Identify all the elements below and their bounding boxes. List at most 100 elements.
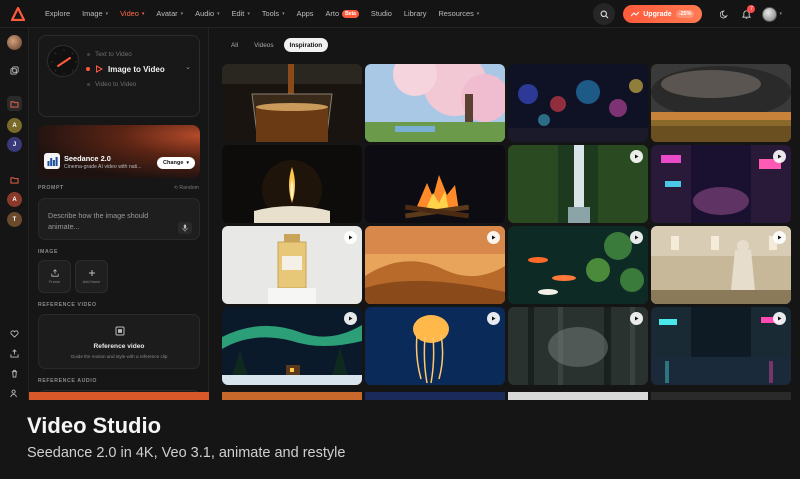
top-nav: Explore Image ▾ Video ▾ Avatar ▾ Audio ▾ Edit ▾ Too… <box>0 0 800 28</box>
tab-inspiration[interactable]: Inspiration <box>283 38 329 52</box>
tab-videos[interactable]: Videos <box>248 38 279 52</box>
mode-text-to-video[interactable]: Text to Video <box>87 47 132 61</box>
nav-item-label: Video <box>120 9 139 18</box>
nav-item-arto[interactable]: Arto Beta <box>320 9 365 18</box>
left-rail: A J A T <box>0 28 29 400</box>
mode-selector[interactable]: Text to Video Image to Video Video to Vi… <box>38 35 200 117</box>
nav-item-label: Explore <box>45 9 71 18</box>
play-button[interactable] <box>630 150 643 163</box>
mode-video-to-video[interactable]: Video to Video <box>87 77 136 91</box>
mode-dial <box>47 45 79 77</box>
next-row-preview <box>0 392 800 400</box>
model-logo-icon <box>44 153 60 169</box>
nav-item-apps[interactable]: Apps <box>291 9 320 18</box>
rail-share-button[interactable] <box>7 346 22 361</box>
tile-jungle-waterfall[interactable] <box>508 145 648 223</box>
mode-label: Text to Video <box>95 50 132 58</box>
prompt-label: PROMPT <box>38 185 64 191</box>
change-model-button[interactable]: Change ▾ <box>156 157 195 169</box>
rail-copy-button[interactable] <box>7 63 22 78</box>
chevron-down-icon: ▾ <box>105 10 109 17</box>
rail-folder-button[interactable] <box>7 96 22 111</box>
trash-icon <box>11 369 18 378</box>
discount-badge: -25% <box>675 10 695 18</box>
tile-perfume-bottle[interactable] <box>222 226 362 304</box>
rail-favorites-button[interactable] <box>7 326 22 341</box>
notification-badge: 7 <box>747 5 756 13</box>
microphone-button[interactable] <box>178 222 192 234</box>
play-button[interactable] <box>344 231 357 244</box>
play-icon <box>492 316 496 321</box>
play-button[interactable] <box>773 150 786 163</box>
add-frame-slot[interactable]: Add frame <box>75 260 108 293</box>
app-logo-icon[interactable] <box>11 6 25 21</box>
tile-cherry-blossom-tree[interactable] <box>365 64 505 142</box>
tile-candle-flame[interactable] <box>222 145 362 223</box>
tile-preview <box>651 392 791 400</box>
play-button[interactable] <box>630 231 643 244</box>
play-icon <box>492 235 496 240</box>
moon-icon <box>719 10 728 18</box>
film-icon <box>115 326 125 336</box>
chevron-down-icon[interactable]: ⌄ <box>185 63 191 71</box>
rail-project-a[interactable]: A <box>7 118 22 133</box>
nav-item-label: Tools <box>261 9 280 18</box>
nav-item-label: Apps <box>296 9 314 18</box>
nav-item-tools[interactable]: Tools ▾ <box>256 9 291 18</box>
theme-toggle-button[interactable] <box>714 4 734 24</box>
chevron-down-icon[interactable]: ▾ <box>779 11 782 17</box>
image-upload-slot[interactable]: Frame <box>38 260 71 293</box>
upgrade-button[interactable]: Upgrade -25% <box>623 5 703 23</box>
tile-koi-pond[interactable] <box>508 226 648 304</box>
tile-misty-forest[interactable] <box>508 307 648 385</box>
nav-item-audio[interactable]: Audio ▾ <box>189 9 225 18</box>
model-card[interactable]: Seedance 2.0 Cinema-grade AI video with … <box>38 125 200 178</box>
play-icon <box>349 235 353 240</box>
tile-aurora-cabin[interactable] <box>222 307 362 385</box>
chevron-down-icon: ▾ <box>282 10 285 17</box>
rail-folder2-button[interactable] <box>7 172 22 187</box>
nav-right: Upgrade -25% 7 ▾ <box>593 0 800 28</box>
tile-marble-statue-hall[interactable] <box>651 226 791 304</box>
tile-neon-city-rain[interactable] <box>651 307 791 385</box>
nav-item-video[interactable]: Video ▾ <box>114 9 150 18</box>
rail-project-t[interactable]: T <box>7 212 22 227</box>
microphone-icon <box>182 224 188 232</box>
nav-item-image[interactable]: Image ▾ <box>76 9 114 18</box>
play-button[interactable] <box>630 312 643 325</box>
tile-desert-dunes[interactable] <box>365 226 505 304</box>
rail-project-j[interactable]: J <box>7 137 22 152</box>
tile-storm-cloud-field[interactable] <box>651 64 791 142</box>
nav-item-resources[interactable]: Resources ▾ <box>432 9 485 18</box>
reference-video-upload[interactable]: Reference video Guide the motion and sty… <box>38 314 200 369</box>
prompt-input[interactable]: Describe how the image should animate... <box>38 198 200 240</box>
random-prompt-button[interactable]: ⟲ Random <box>174 185 199 191</box>
nav-item-studio[interactable]: Studio <box>365 9 398 18</box>
tile-neon-alley[interactable] <box>651 145 791 223</box>
search-button[interactable] <box>593 3 616 25</box>
nav-item-library[interactable]: Library <box>398 9 433 18</box>
play-button[interactable] <box>344 312 357 325</box>
workspace-avatar[interactable] <box>7 35 22 50</box>
play-button[interactable] <box>487 312 500 325</box>
slot-label: Frame <box>49 280 60 284</box>
nav-item-label: Resources <box>438 9 474 18</box>
nav-item-edit[interactable]: Edit ▾ <box>226 9 256 18</box>
play-button[interactable] <box>773 231 786 244</box>
nav-item-explore[interactable]: Explore <box>39 9 76 18</box>
rail-trash-button[interactable] <box>7 366 22 381</box>
tile-rainy-window-lights[interactable] <box>508 64 648 142</box>
mode-image-to-video[interactable]: Image to Video <box>86 62 165 76</box>
play-icon <box>349 316 353 321</box>
tile-glowing-jellyfish[interactable] <box>365 307 505 385</box>
tile-coffee-pour[interactable] <box>222 64 362 142</box>
notifications-button[interactable]: 7 <box>736 4 756 24</box>
tile-campfire-night[interactable] <box>365 145 505 223</box>
play-button[interactable] <box>487 231 500 244</box>
play-button[interactable] <box>773 312 786 325</box>
tab-all[interactable]: All <box>225 38 244 52</box>
rail-project-a2[interactable]: A <box>7 192 22 207</box>
user-avatar[interactable] <box>762 6 778 22</box>
caption-title: Video Studio <box>27 413 162 438</box>
nav-item-avatar[interactable]: Avatar ▾ <box>150 9 189 18</box>
